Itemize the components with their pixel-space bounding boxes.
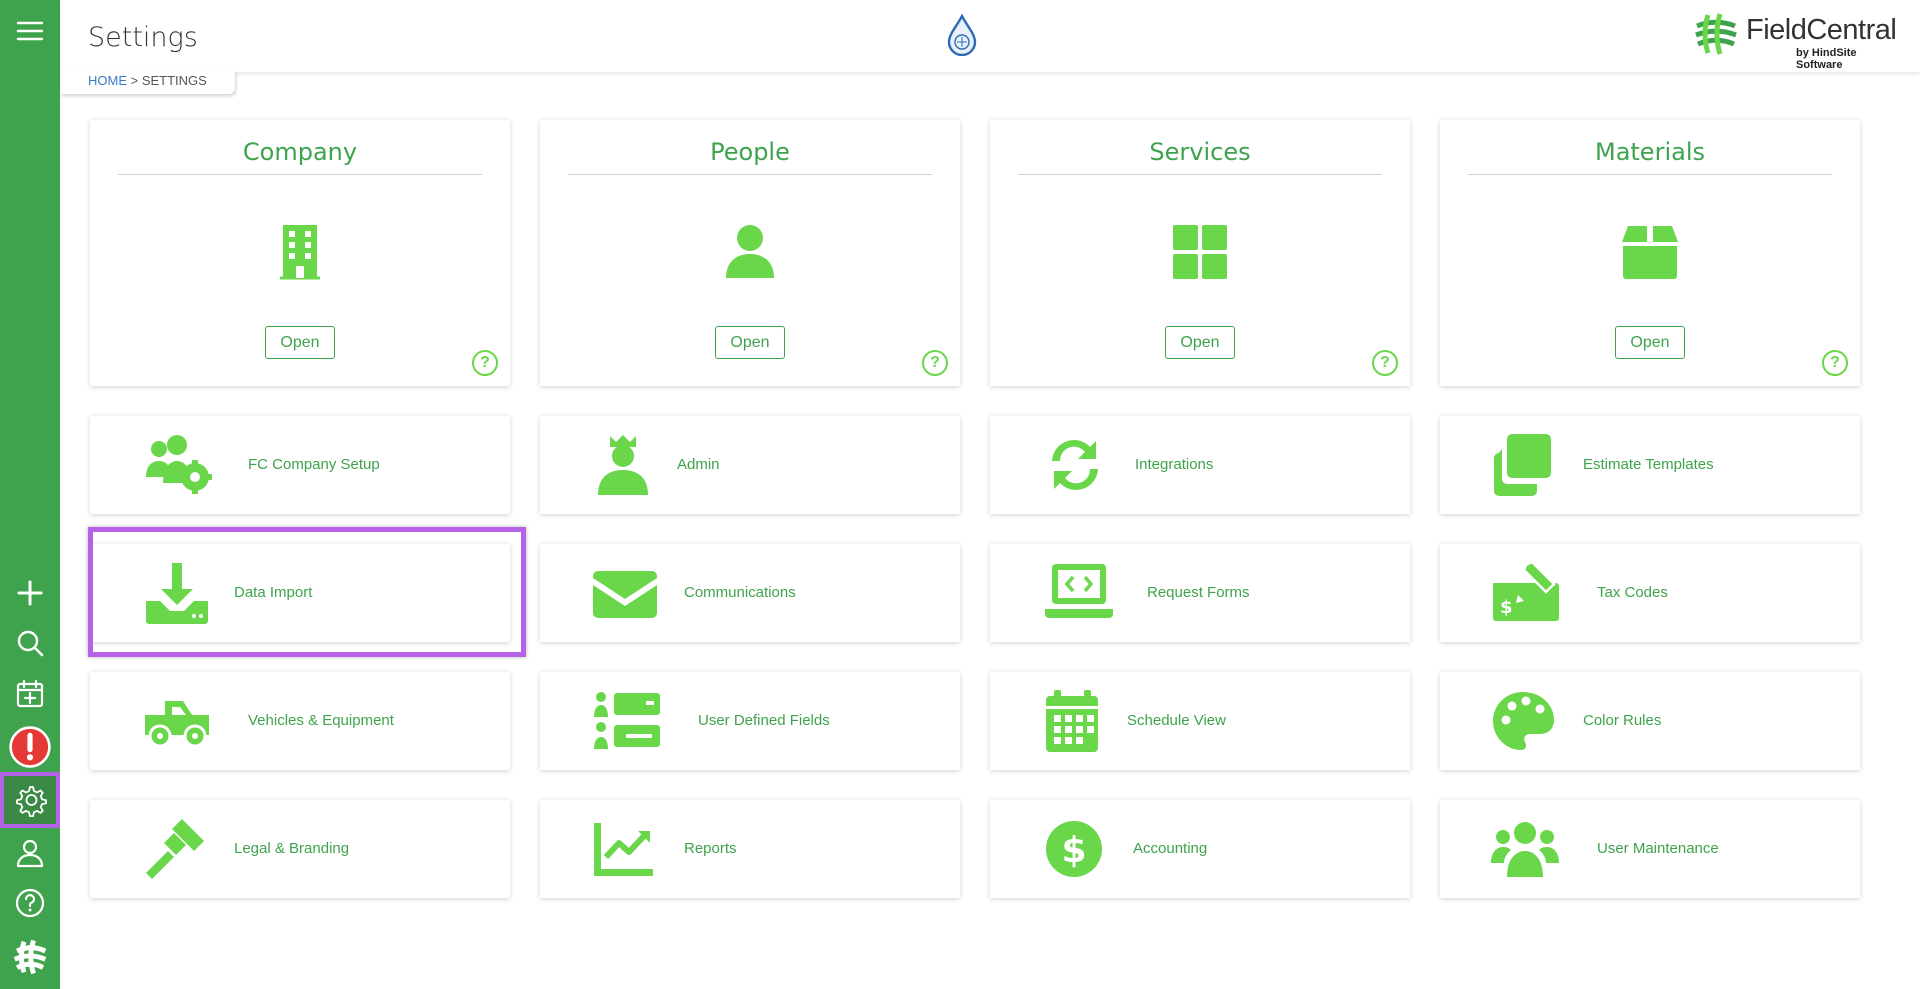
- add-button[interactable]: [0, 568, 60, 618]
- alerts-button[interactable]: [0, 722, 60, 772]
- tile-label: Integrations: [1135, 456, 1214, 473]
- brand-subtitle: by HindSite Software: [1796, 47, 1857, 71]
- settings-button[interactable]: [0, 772, 60, 828]
- communications-tile[interactable]: Communications: [540, 544, 960, 642]
- color-rules-tile[interactable]: Color Rules: [1440, 672, 1860, 770]
- legal-branding-tile[interactable]: Legal & Branding: [90, 800, 510, 898]
- users-gear-icon: [146, 435, 212, 494]
- sidebar: [0, 0, 60, 989]
- water-drop-icon: [947, 13, 977, 57]
- schedule-add-button[interactable]: [0, 669, 60, 719]
- dollar-circle-icon: $: [1046, 821, 1102, 877]
- calendar-add-icon: [16, 679, 44, 708]
- gavel-icon: [146, 819, 204, 879]
- laptop-code-icon: [1045, 564, 1113, 618]
- tile-label: User Defined Fields: [698, 712, 830, 729]
- tile-label: Tax Codes: [1597, 584, 1668, 601]
- tile-label: Color Rules: [1583, 712, 1662, 729]
- plus-icon: [17, 580, 43, 606]
- breadcrumb-current: SETTINGS: [141, 73, 207, 88]
- tile-label: Vehicles & Equipment: [248, 712, 394, 729]
- tile-label: FC Company Setup: [248, 456, 380, 473]
- grid-icon: [1173, 225, 1227, 279]
- tile-label: Legal & Branding: [234, 840, 350, 857]
- tile-label: Schedule View: [1127, 712, 1226, 729]
- tile-label: Reports: [684, 840, 737, 857]
- envelope-icon: [593, 571, 657, 618]
- help-button[interactable]: [0, 878, 60, 928]
- fieldcentral-logo-icon: [13, 939, 47, 975]
- tile-label: User Maintenance: [1597, 840, 1719, 857]
- breadcrumb-home-link[interactable]: HOME: [88, 73, 127, 88]
- people-help-icon[interactable]: ?: [922, 350, 948, 376]
- tile-label: Admin: [677, 456, 720, 473]
- profile-button[interactable]: [0, 828, 60, 878]
- materials-help-icon[interactable]: ?: [1822, 350, 1848, 376]
- tile-label: Request Forms: [1147, 584, 1250, 601]
- top-bar: Settings: [60, 0, 1920, 72]
- company-card: Company Open ?: [90, 120, 510, 386]
- page-title: Settings: [88, 22, 198, 53]
- request-forms-tile[interactable]: Request Forms: [990, 544, 1410, 642]
- clone-icon: [1494, 434, 1551, 496]
- open-company-button[interactable]: Open: [265, 326, 335, 359]
- brand-name: FieldCentral: [1746, 14, 1897, 46]
- fieldcentral-home-button[interactable]: [0, 932, 60, 982]
- user-defined-fields-tile[interactable]: User Defined Fields: [540, 672, 960, 770]
- list-icon: [594, 692, 660, 749]
- user-icon: [16, 839, 44, 868]
- open-people-button[interactable]: Open: [715, 326, 785, 359]
- box-icon: [1622, 226, 1678, 279]
- sync-icon: [1052, 440, 1098, 490]
- data-import-highlight: [88, 527, 526, 657]
- tax-codes-tile[interactable]: $ Tax Codes: [1440, 544, 1860, 642]
- company-help-icon[interactable]: ?: [472, 350, 498, 376]
- help-icon: [15, 888, 45, 918]
- people-card: People Open ?: [540, 120, 960, 386]
- svg-text:$: $: [1061, 830, 1086, 871]
- person-icon: [726, 225, 774, 278]
- open-materials-button[interactable]: Open: [1615, 326, 1685, 359]
- materials-card: Materials Open ?: [1440, 120, 1860, 386]
- breadcrumb-separator: >: [127, 73, 142, 88]
- breadcrumb: HOME > SETTINGS: [60, 70, 235, 94]
- search-icon: [17, 630, 44, 657]
- admin-user-icon: [598, 435, 648, 495]
- card-title: People: [568, 138, 932, 175]
- truck-pickup-icon: [145, 701, 209, 748]
- gear-icon: [16, 786, 47, 817]
- chart-line-icon: [594, 823, 653, 876]
- calendar-icon: [1046, 690, 1098, 752]
- tile-label: Communications: [684, 584, 796, 601]
- tile-label: Estimate Templates: [1583, 456, 1714, 473]
- tile-label: Accounting: [1133, 840, 1208, 857]
- admin-tile[interactable]: Admin: [540, 416, 960, 514]
- alert-icon: [9, 726, 51, 768]
- money-check-edit-icon: $: [1493, 561, 1559, 621]
- users-icon: [1491, 822, 1559, 877]
- vehicles-equipment-tile[interactable]: Vehicles & Equipment: [90, 672, 510, 770]
- svg-text:$: $: [1500, 597, 1513, 618]
- search-button[interactable]: [0, 618, 60, 668]
- estimate-templates-tile[interactable]: Estimate Templates: [1440, 416, 1860, 514]
- accounting-tile[interactable]: $ Accounting: [990, 800, 1410, 898]
- palette-icon: [1493, 692, 1554, 750]
- integrations-tile[interactable]: Integrations: [990, 416, 1410, 514]
- schedule-view-tile[interactable]: Schedule View: [990, 672, 1410, 770]
- menu-button[interactable]: [0, 6, 60, 56]
- reports-tile[interactable]: Reports: [540, 800, 960, 898]
- card-title: Company: [118, 138, 482, 175]
- brand-logo: FieldCentral by HindSite Software: [1694, 12, 1897, 71]
- services-help-icon[interactable]: ?: [1372, 350, 1398, 376]
- user-maintenance-tile[interactable]: User Maintenance: [1440, 800, 1860, 898]
- services-card: Services Open ?: [990, 120, 1410, 386]
- fieldcentral-brand-icon: [1695, 13, 1737, 55]
- open-services-button[interactable]: Open: [1165, 326, 1235, 359]
- menu-icon: [16, 21, 44, 41]
- water-drop-logo: [946, 13, 978, 57]
- card-title: Services: [1018, 138, 1382, 175]
- building-icon: [280, 225, 320, 280]
- card-title: Materials: [1468, 138, 1832, 175]
- fc-company-setup-tile[interactable]: FC Company Setup: [90, 416, 510, 514]
